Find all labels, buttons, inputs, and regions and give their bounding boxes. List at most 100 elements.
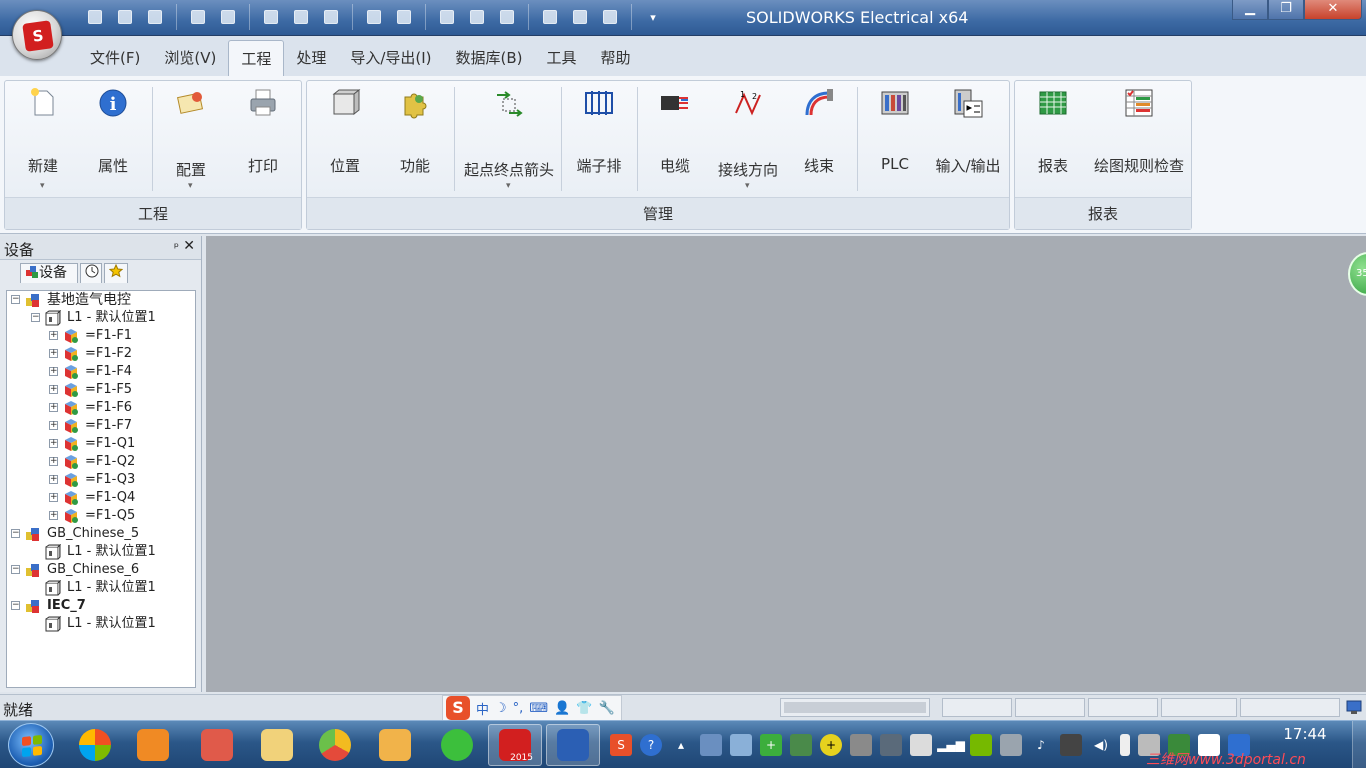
pan-icon[interactable] — [494, 5, 520, 29]
show-desktop-button[interactable] — [1352, 721, 1366, 768]
tool-icon[interactable] — [850, 734, 872, 756]
tab-devices[interactable]: 设备 — [20, 263, 78, 283]
help-icon[interactable] — [597, 5, 623, 29]
drawing-workspace[interactable] — [206, 236, 1366, 692]
navigate-icon[interactable] — [537, 5, 563, 29]
terminal-strip-button[interactable]: 端子排 — [567, 85, 631, 193]
chinese-mode-icon[interactable]: 中 — [476, 699, 489, 718]
tree-expander-icon[interactable]: − — [31, 313, 40, 322]
tree-expander-icon[interactable]: − — [11, 601, 20, 610]
home-icon[interactable] — [82, 5, 108, 29]
tab-tools[interactable]: 工具 — [535, 40, 589, 76]
paste-icon[interactable] — [318, 5, 344, 29]
keyboard-icon[interactable]: ⌨ — [529, 701, 548, 716]
flag-icon[interactable] — [910, 734, 932, 756]
tab-process[interactable]: 处理 — [284, 40, 338, 76]
properties-button[interactable]: i 属性 — [81, 85, 145, 193]
tree-location-node[interactable]: L1 - 默认位置1 — [7, 615, 195, 633]
new-button[interactable]: 新建 ▾ — [11, 85, 75, 193]
next-page-icon[interactable] — [391, 5, 417, 29]
cable-button[interactable]: 电缆 — [643, 85, 707, 193]
plc-button[interactable]: PLC — [863, 85, 927, 193]
redo-icon[interactable] — [215, 5, 241, 29]
monitor-tray-icon[interactable] — [1060, 734, 1082, 756]
tree-expander-icon[interactable]: + — [49, 475, 58, 484]
configuration-button[interactable]: 配置 ▾ — [159, 85, 223, 193]
tree-device-node[interactable]: + =F1-F6 — [7, 399, 195, 417]
tree-expander-icon[interactable]: + — [49, 385, 58, 394]
tree-location-node[interactable]: − L1 - 默认位置1 — [7, 309, 195, 327]
signal-icon[interactable]: ▂▄▆ — [937, 734, 965, 756]
settings-wrench-icon[interactable]: 🔧 — [598, 701, 614, 716]
tab-favorites[interactable] — [104, 263, 128, 283]
monitor-icon[interactable] — [1346, 699, 1362, 715]
find-icon[interactable] — [567, 5, 593, 29]
pin-icon[interactable]: ᵖ — [174, 240, 179, 254]
tree-project-node[interactable]: − GB_Chinese_6 — [7, 561, 195, 579]
taskbar-app-box[interactable] — [368, 724, 422, 766]
harness-button[interactable]: 线束 — [787, 85, 851, 193]
previous-page-icon[interactable] — [361, 5, 387, 29]
speaker-icon[interactable]: ♪ — [1030, 734, 1052, 756]
panel-close-icon[interactable]: ✕ — [183, 238, 195, 254]
expand-tray-icon[interactable]: ▴ — [670, 734, 692, 756]
project-icon[interactable] — [142, 5, 168, 29]
keyboard-tray-icon[interactable] — [1000, 734, 1022, 756]
tab-history[interactable] — [80, 263, 102, 283]
customize-toolbar-icon[interactable]: ▾ — [640, 5, 666, 29]
user-icon[interactable]: 👤 — [554, 701, 570, 716]
tree-expander-icon[interactable]: + — [49, 457, 58, 466]
tree-location-node[interactable]: L1 - 默认位置1 — [7, 579, 195, 597]
tree-expander-icon[interactable]: − — [11, 295, 20, 304]
tab-view[interactable]: 浏览(V) — [152, 40, 228, 76]
tree-device-node[interactable]: + =F1-F4 — [7, 363, 195, 381]
taskbar-app-ball[interactable] — [308, 724, 362, 766]
zoom-icon[interactable] — [434, 5, 460, 29]
tree-device-node[interactable]: + =F1-F5 — [7, 381, 195, 399]
taskbar-app-reader[interactable] — [190, 724, 244, 766]
tree-device-node[interactable]: + =F1-Q1 — [7, 435, 195, 453]
tree-expander-icon[interactable]: + — [49, 493, 58, 502]
nvidia-icon[interactable] — [970, 734, 992, 756]
tree-device-node[interactable]: + =F1-Q5 — [7, 507, 195, 525]
tree-expander-icon[interactable]: − — [11, 565, 20, 574]
tab-import-export[interactable]: 导入/导出(I) — [338, 40, 443, 76]
tab-file[interactable]: 文件(F) — [78, 40, 152, 76]
tree-device-node[interactable]: + =F1-Q3 — [7, 471, 195, 489]
help-tray-icon[interactable]: ? — [640, 734, 662, 756]
tree-expander-icon[interactable]: + — [49, 511, 58, 520]
tree-project-node[interactable]: − IEC_7 — [7, 597, 195, 615]
tree-expander-icon[interactable]: + — [49, 403, 58, 412]
clock[interactable]: 17:44 — [1278, 725, 1332, 743]
display-icon[interactable] — [880, 734, 902, 756]
plus-circle-icon[interactable]: + — [820, 734, 842, 756]
tree-expander-icon[interactable]: + — [49, 439, 58, 448]
battery-icon[interactable] — [1120, 734, 1130, 756]
tree-device-node[interactable]: + =F1-F1 — [7, 327, 195, 345]
application-button[interactable]: S — [12, 10, 62, 60]
taskbar-app-word[interactable] — [546, 724, 600, 766]
location-button[interactable]: 位置 — [313, 85, 377, 193]
tree-device-node[interactable]: + =F1-F2 — [7, 345, 195, 363]
network-adapter-icon[interactable] — [700, 734, 722, 756]
punctuation-icon[interactable]: °, — [513, 701, 524, 716]
tree-device-node[interactable]: + =F1-F7 — [7, 417, 195, 435]
taskbar-app-explorer[interactable] — [250, 724, 304, 766]
tab-project[interactable]: 工程 — [228, 40, 285, 76]
start-button[interactable] — [8, 723, 54, 767]
wiring-direction-button[interactable]: 12 接线方向 ▾ — [713, 85, 783, 193]
undo-icon[interactable] — [185, 5, 211, 29]
sogou-logo-icon[interactable]: S — [446, 696, 470, 720]
close-button[interactable]: ✕ — [1304, 0, 1362, 20]
drawing-rules-check-button[interactable]: 绘图规则检查 — [1089, 85, 1189, 193]
reports-button[interactable]: 报表 — [1021, 85, 1085, 193]
tree-project-node[interactable]: − 基地造气电控 — [7, 291, 195, 309]
volume-icon[interactable]: ◀) — [1090, 734, 1112, 756]
tree-expander-icon[interactable]: + — [49, 421, 58, 430]
tree-expander-icon[interactable]: + — [49, 367, 58, 376]
zoom-window-icon[interactable] — [464, 5, 490, 29]
cut-icon[interactable] — [258, 5, 284, 29]
taskbar-app-360[interactable] — [68, 724, 122, 766]
taskbar-app-solidworks[interactable]: 2015 — [488, 724, 542, 766]
tab-database[interactable]: 数据库(B) — [444, 40, 535, 76]
